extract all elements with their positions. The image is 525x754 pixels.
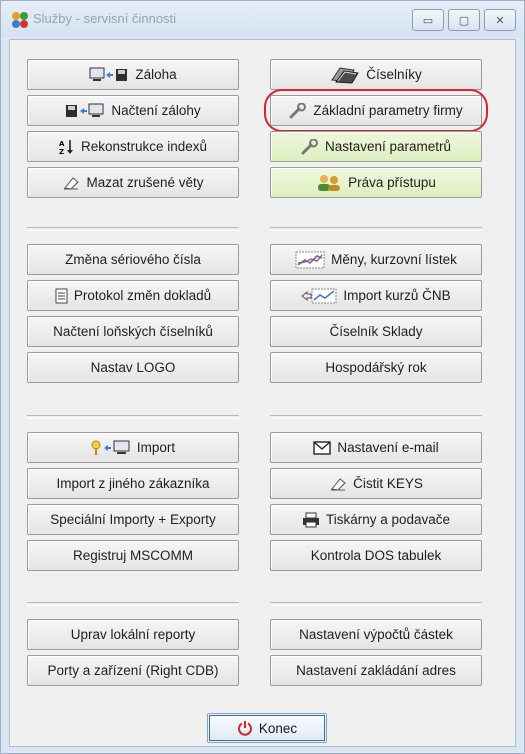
hospodarsky-rok-button[interactable]: Hospodářský rok xyxy=(270,352,482,383)
button-panel: Záloha Načtení zálohy A Z Rekonstrukce index… xyxy=(9,39,516,747)
cistit-keys-label: Čistit KEYS xyxy=(353,476,423,491)
nastaveni-vypoctu-castek-label: Nastavení výpočtů částek xyxy=(299,627,453,642)
key-computer-icon xyxy=(91,440,131,456)
group-separator xyxy=(27,602,239,606)
ciselniky-button[interactable]: Číselníky xyxy=(270,59,482,90)
registruj-mscomm-button[interactable]: Registruj MSCOMM xyxy=(27,540,239,571)
nastaveni-zakladani-adres-label: Nastavení zakládání adres xyxy=(296,663,456,678)
zaloha-button[interactable]: Záloha xyxy=(27,59,239,90)
zakladni-parametry-firmy-label: Základní parametry firmy xyxy=(313,103,463,118)
group-separator xyxy=(270,415,482,419)
nastav-logo-button[interactable]: Nastav LOGO xyxy=(27,352,239,383)
eraser-icon xyxy=(329,477,347,491)
kontrola-dos-tabulek-label: Kontrola DOS tabulek xyxy=(310,548,442,563)
nastaveni-email-label: Nastavení e-mail xyxy=(337,440,439,455)
import-label: Import xyxy=(136,440,176,455)
wrench-icon xyxy=(289,102,307,119)
users-icon xyxy=(316,174,342,192)
specialni-importy-exporty-button[interactable]: Speciální Importy + Exporty xyxy=(27,504,239,535)
rekonstrukce-indexu-label: Rekonstrukce indexů xyxy=(80,139,208,154)
zmena-serioveho-cisla-label: Změna sériového čísla xyxy=(65,252,201,267)
nacteni-lonskych-ciselniku-button[interactable]: Načtení loňských číselníků xyxy=(27,316,239,347)
group-separator xyxy=(27,415,239,419)
nacteni-zalohy-button[interactable]: Načtení zálohy xyxy=(27,95,239,126)
import-kurzu-cnb-button[interactable]: Import kurzů ČNB xyxy=(270,280,482,311)
close-button[interactable]: ✕ xyxy=(484,9,516,31)
specialni-importy-exporty-label: Speciální Importy + Exporty xyxy=(50,512,216,527)
meny-kurzovni-listek-label: Měny, kurzovní lístek xyxy=(331,252,457,267)
protokol-zmen-dokladu-button[interactable]: Protokol změn dokladů xyxy=(27,280,239,311)
maximize-button[interactable]: ▢ xyxy=(448,9,480,31)
zaloha-label: Záloha xyxy=(135,67,177,82)
prava-pristupu-label: Práva přístupu xyxy=(348,175,436,190)
uprav-lokalni-reporty-label: Uprav lokální reporty xyxy=(70,627,196,642)
group-separator xyxy=(270,227,482,231)
konec-button[interactable]: Konec xyxy=(209,715,325,741)
nastav-logo-label: Nastav LOGO xyxy=(90,360,176,375)
nastaveni-parametru-label: Nastavení parametrů xyxy=(324,139,452,154)
sort-az-icon: AZ xyxy=(59,139,75,155)
konec-label: Konec xyxy=(258,720,298,736)
mazat-zrusene-vety-button[interactable]: Mazat zrušené věty xyxy=(27,167,239,198)
wrench-icon xyxy=(301,138,319,155)
group-separator xyxy=(270,602,482,606)
nacteni-lonskych-ciselniku-label: Načtení loňských číselníků xyxy=(53,324,213,339)
porty-a-zarizeni-label: Porty a zařízení (Right CDB) xyxy=(47,663,219,678)
zmena-serioveho-cisla-button[interactable]: Změna sériového čísla xyxy=(27,244,239,275)
document-icon xyxy=(55,288,68,304)
prava-pristupu-button[interactable]: Práva přístupu xyxy=(270,167,482,198)
hospodarsky-rok-label: Hospodářský rok xyxy=(325,360,427,375)
chart-import-icon xyxy=(301,287,337,305)
rekonstrukce-indexu-button[interactable]: A Z Rekonstrukce indexů xyxy=(27,131,239,162)
kontrola-dos-tabulek-button[interactable]: Kontrola DOS tabulek xyxy=(270,540,482,571)
zakladni-parametry-firmy-button[interactable]: Základní parametry firmy xyxy=(264,89,488,132)
printer-icon xyxy=(302,512,320,528)
tiskarny-a-podavace-label: Tiskárny a podavače xyxy=(325,512,451,527)
import-z-jineho-zakaznika-label: Import z jiného zákazníka xyxy=(56,476,210,491)
window-title: Služby - servisní činnosti xyxy=(33,11,177,26)
import-kurzu-cnb-label: Import kurzů ČNB xyxy=(343,288,451,303)
app-icon xyxy=(12,12,28,28)
meny-kurzovni-listek-button[interactable]: Měny, kurzovní lístek xyxy=(270,244,482,275)
books-icon xyxy=(330,66,360,84)
protokol-zmen-dokladu-label: Protokol změn dokladů xyxy=(73,288,212,303)
nastaveni-parametru-button[interactable]: Nastavení parametrů xyxy=(270,131,482,162)
import-z-jineho-zakaznika-button[interactable]: Import z jiného zákazníka xyxy=(27,468,239,499)
nacteni-zalohy-label: Načtení zálohy xyxy=(111,103,201,118)
registruj-mscomm-label: Registruj MSCOMM xyxy=(72,548,193,563)
envelope-icon xyxy=(313,440,332,455)
eraser-icon xyxy=(62,176,80,190)
nastaveni-email-button[interactable]: Nastavení e-mail xyxy=(270,432,482,463)
minimize-button[interactable]: ▭ xyxy=(412,9,444,31)
ciselnik-sklady-button[interactable]: Číselník Sklady xyxy=(270,316,482,347)
nastaveni-vypoctu-castek-button[interactable]: Nastavení výpočtů částek xyxy=(270,619,482,650)
uprav-lokalni-reporty-button[interactable]: Uprav lokální reporty xyxy=(27,619,239,650)
power-icon xyxy=(237,720,253,736)
computer-to-disk-icon xyxy=(89,67,129,83)
services-window: Služby - servisní činnosti ▭ ▢ ✕ Záloha N… xyxy=(0,0,525,754)
tiskarny-a-podavace-button[interactable]: Tiskárny a podavače xyxy=(270,504,482,535)
svg-text:Z: Z xyxy=(59,148,64,155)
group-separator xyxy=(27,227,239,231)
chart-icon xyxy=(295,251,325,269)
import-button[interactable]: Import xyxy=(27,432,239,463)
ciselniky-label: Číselníky xyxy=(366,67,422,82)
nastaveni-zakladani-adres-button[interactable]: Nastavení zakládání adres xyxy=(270,655,482,686)
porty-a-zarizeni-button[interactable]: Porty a zařízení (Right CDB) xyxy=(27,655,239,686)
cistit-keys-button[interactable]: Čistit KEYS xyxy=(270,468,482,499)
svg-text:A: A xyxy=(59,140,65,148)
mazat-zrusene-vety-label: Mazat zrušené věty xyxy=(86,175,204,190)
disk-to-computer-icon xyxy=(65,103,105,119)
ciselnik-sklady-label: Číselník Sklady xyxy=(329,324,423,339)
title-bar[interactable]: Služby - servisní činnosti ▭ ▢ ✕ xyxy=(1,1,524,37)
